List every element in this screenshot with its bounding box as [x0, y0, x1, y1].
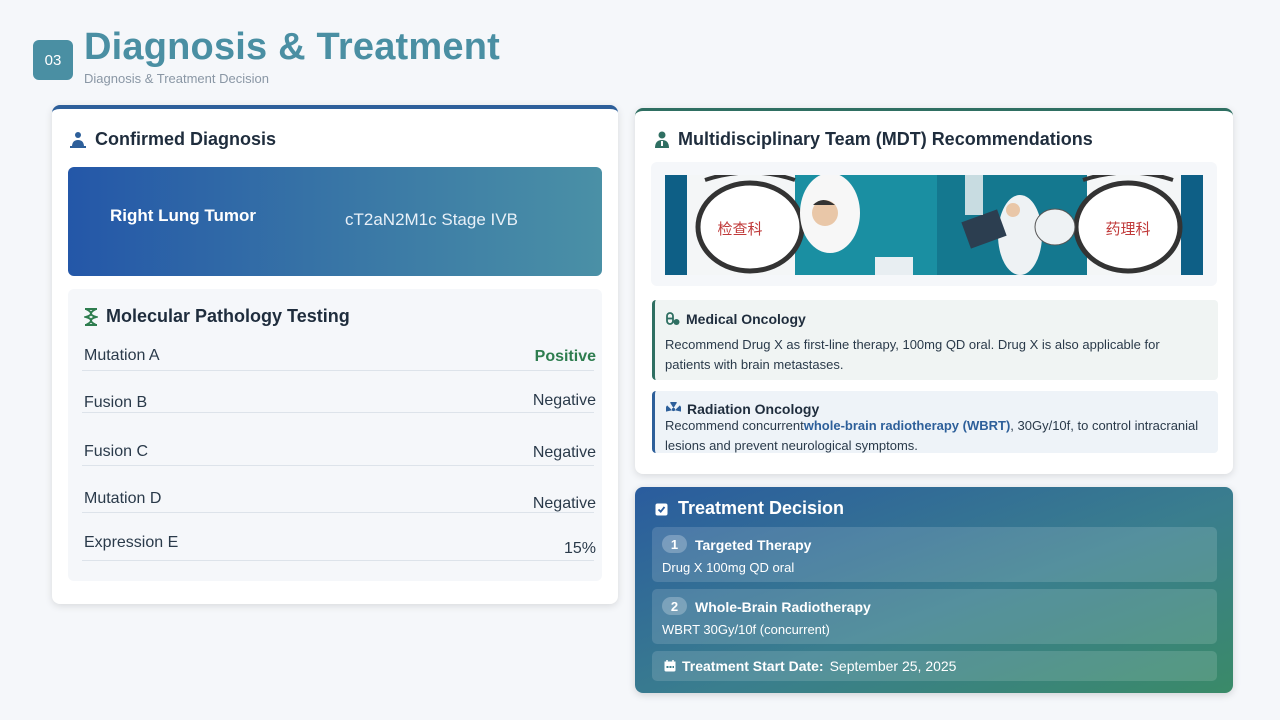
start-date-label: Treatment Start Date: [682, 658, 824, 674]
page-title: Diagnosis & Treatment [84, 26, 500, 68]
pathology-value: Negative [532, 392, 596, 409]
mdt-card: Multidisciplinary Team (MDT) Recommendat… [635, 108, 1233, 474]
treatment-item-title: Whole-Brain Radiotherapy [695, 599, 871, 615]
treatment-item-title: Targeted Therapy [695, 537, 812, 553]
row-divider [82, 369, 594, 371]
pathology-label: Mutation A [84, 347, 160, 364]
molecular-pathology-heading: Molecular Pathology Testing [84, 306, 350, 327]
confirmed-diagnosis-heading: Confirmed Diagnosis [69, 129, 276, 150]
medical-oncology-recommendation: Medical Oncology Recommend Drug X as fir… [652, 300, 1218, 380]
diagnosis-stage: cT2aN2M1c Stage IVB [345, 210, 518, 229]
pathology-label: Expression E [84, 534, 179, 551]
start-date-value: September 25, 2025 [829, 658, 957, 674]
treatment-decision-heading: Treatment Decision [655, 498, 844, 519]
mdt-title: Multidisciplinary Team (MDT) Recommendat… [678, 129, 1093, 149]
step-number: 1 [662, 535, 687, 553]
row-divider [82, 411, 594, 413]
wbrt-highlight: whole-brain radiotherapy (WBRT) [803, 418, 1011, 433]
molecular-pathology-section: Molecular Pathology Testing Mutation A P… [68, 289, 602, 581]
treatment-item: 2 Whole-Brain Radiotherapy WBRT 30Gy/10f… [652, 589, 1217, 644]
treatment-item-text: WBRT 30Gy/10f (concurrent) [662, 622, 830, 637]
pill-icon [666, 312, 680, 326]
doctor-icon [654, 131, 670, 149]
treatment-decision-card: Treatment Decision 1 Targeted Therapy Dr… [635, 487, 1233, 693]
dna-icon [84, 307, 98, 326]
radiation-icon [666, 402, 681, 416]
section-number-badge: 03 [33, 40, 73, 80]
mdt-illustration-frame: 检查科 药理科 [651, 162, 1217, 286]
confirmed-diagnosis-card: Confirmed Diagnosis Right Lung Tumor cT2… [52, 105, 618, 604]
medical-oncology-heading: Medical Oncology [666, 311, 806, 327]
row-divider [82, 464, 594, 466]
radiation-oncology-text: Recommend concurrentwhole-brain radiothe… [665, 416, 1205, 456]
patient-icon [69, 131, 87, 149]
row-divider [82, 511, 594, 513]
mdt-heading: Multidisciplinary Team (MDT) Recommendat… [654, 129, 1093, 150]
medical-oncology-title: Medical Oncology [686, 311, 806, 327]
row-divider [82, 559, 594, 561]
treatment-item: 1 Targeted Therapy Drug X 100mg QD oral [652, 527, 1217, 582]
pathology-label: Fusion B [84, 394, 148, 411]
page-subtitle: Diagnosis & Treatment Decision [84, 71, 269, 86]
mdt-illustration: 检查科 药理科 [665, 175, 1203, 275]
calendar-icon [664, 660, 676, 672]
treatment-item-text: Drug X 100mg QD oral [662, 560, 795, 575]
clipboard-check-icon [655, 502, 668, 516]
step-number: 2 [662, 597, 687, 615]
diagnosis-name: Right Lung Tumor [110, 206, 257, 225]
radiation-oncology-title: Radiation Oncology [687, 401, 820, 417]
treatment-decision-title: Treatment Decision [678, 498, 845, 518]
confirmed-diagnosis-title: Confirmed Diagnosis [95, 129, 277, 149]
radiation-oncology-heading: Radiation Oncology [666, 401, 819, 417]
lab-dept-label: 检查科 [717, 220, 762, 238]
pathology-label: Fusion C [84, 443, 149, 460]
pathology-value: Negative [532, 444, 596, 461]
pathology-value: 15% [563, 540, 596, 557]
molecular-pathology-title: Molecular Pathology Testing [106, 306, 350, 326]
pharmacy-dept-label: 药理科 [1105, 220, 1150, 238]
treatment-start-date: Treatment Start Date: September 25, 2025 [652, 651, 1217, 681]
medical-oncology-text: Recommend Drug X as first-line therapy, … [665, 337, 1160, 372]
radiation-oncology-recommendation: Radiation Oncology Recommend concurrentw… [652, 391, 1218, 453]
pathology-value: Positive [534, 348, 596, 365]
radiation-text-before: Recommend concurrent [665, 418, 804, 433]
diagnosis-banner: Right Lung Tumor cT2aN2M1c Stage IVB [68, 167, 602, 276]
pathology-label: Mutation D [84, 490, 162, 507]
